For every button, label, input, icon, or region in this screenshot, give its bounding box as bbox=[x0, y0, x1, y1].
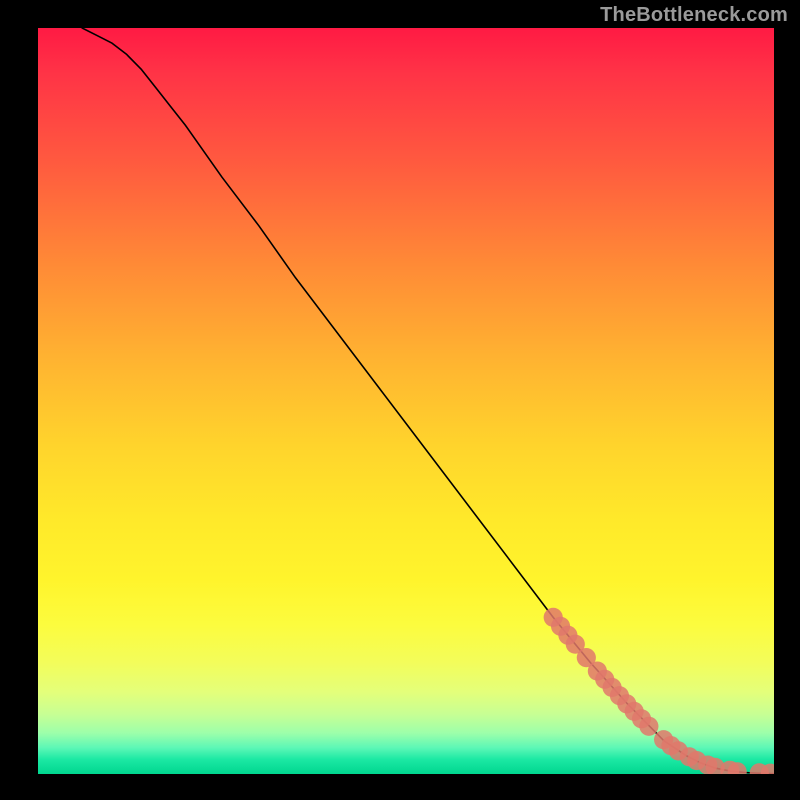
chart-overlay bbox=[38, 28, 774, 774]
data-point bbox=[639, 717, 658, 736]
plot-area bbox=[38, 28, 774, 774]
bottleneck-curve bbox=[82, 28, 774, 774]
data-point-markers bbox=[544, 608, 774, 774]
attribution-label: TheBottleneck.com bbox=[600, 4, 788, 27]
